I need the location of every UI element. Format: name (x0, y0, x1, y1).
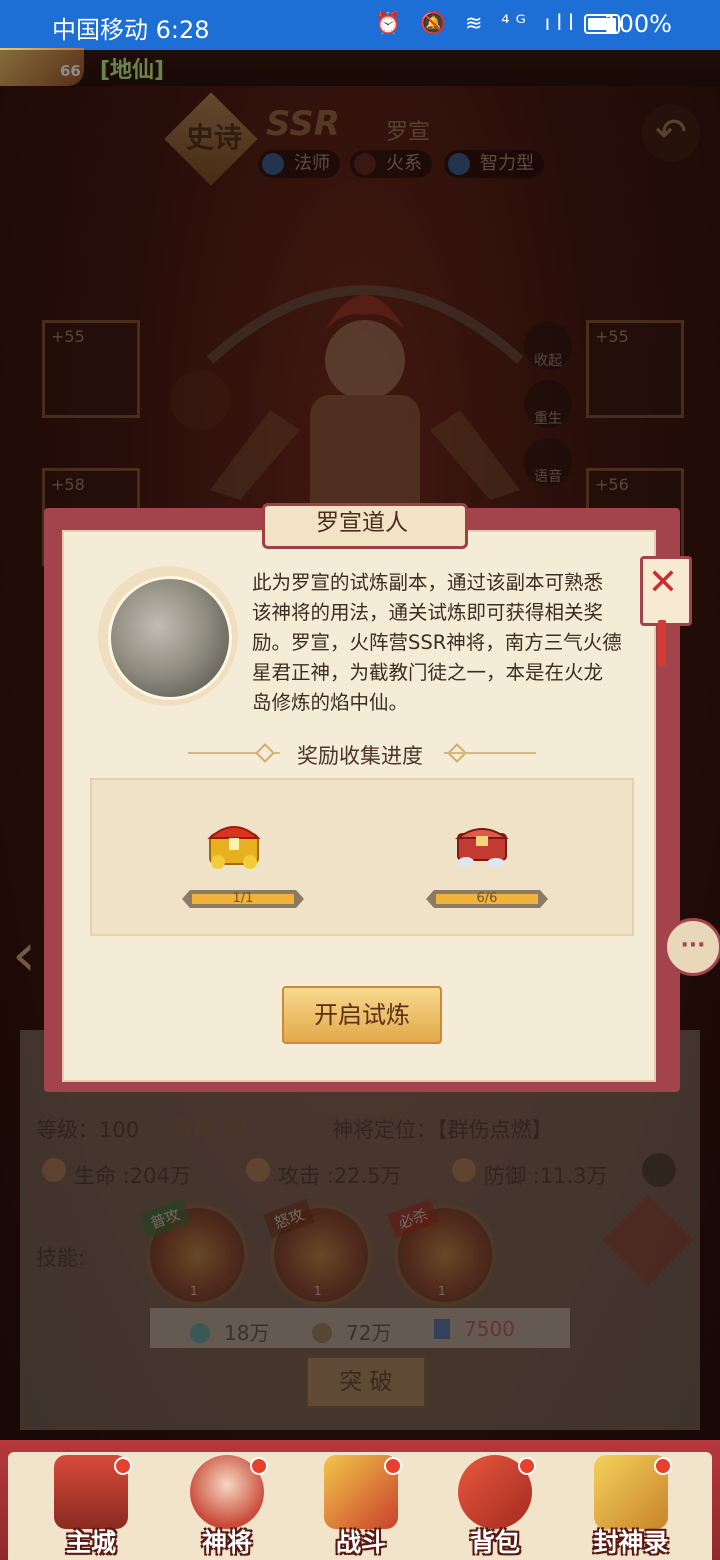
chat-bubble-icon[interactable]: ··· (664, 918, 720, 976)
dialog-title: 罗宣道人 (316, 510, 408, 536)
carrier-time: 中国移动 6:28 (52, 16, 210, 44)
reward-2-progress: 6/6 (426, 890, 548, 908)
close-icon[interactable]: ✕ (640, 562, 686, 603)
start-trial-button[interactable]: 开启试炼 (282, 986, 442, 1044)
gold-chest-icon[interactable] (204, 816, 264, 872)
reward-1-progress: 1/1 (182, 890, 304, 908)
notification-dot (518, 1457, 536, 1475)
notification-dot (114, 1457, 132, 1475)
status-bar: 中国移动 6:28 ⏰ 🔕 ≋ ⁴ᴳ ıll 100% (0, 0, 720, 50)
rewards-box (90, 778, 634, 936)
red-chest-icon[interactable] (452, 816, 512, 872)
tassel-decoration (658, 620, 666, 666)
nav-backpack[interactable]: 背包 (440, 1455, 550, 1560)
nav-battle[interactable]: 战斗 (306, 1455, 416, 1560)
battery-percent: 100% (603, 10, 672, 38)
trial-portrait-image (108, 576, 232, 700)
divider-right (444, 752, 536, 754)
nav-fengshen-record[interactable]: 封神录 (576, 1455, 686, 1560)
reward-section-title: 奖励收集进度 (297, 744, 423, 768)
previous-hero-arrow-icon[interactable]: ‹ (12, 920, 36, 990)
reward-1-progress-text: 1/1 (232, 891, 254, 906)
notification-dot (250, 1457, 268, 1475)
notification-dot (384, 1457, 402, 1475)
reward-2-progress-text: 6/6 (476, 891, 498, 906)
status-icons: ⏰ 🔕 ≋ ⁴ᴳ ıll (375, 11, 580, 35)
trial-description: 此为罗宣的试炼副本，通过该副本可熟悉该神将的用法，通关试炼即可获得相关奖励。罗宣… (252, 571, 622, 714)
notification-dot (654, 1457, 672, 1475)
nav-heroes[interactable]: 神将 (172, 1455, 282, 1560)
nav-main-city[interactable]: 主城 (36, 1455, 146, 1560)
